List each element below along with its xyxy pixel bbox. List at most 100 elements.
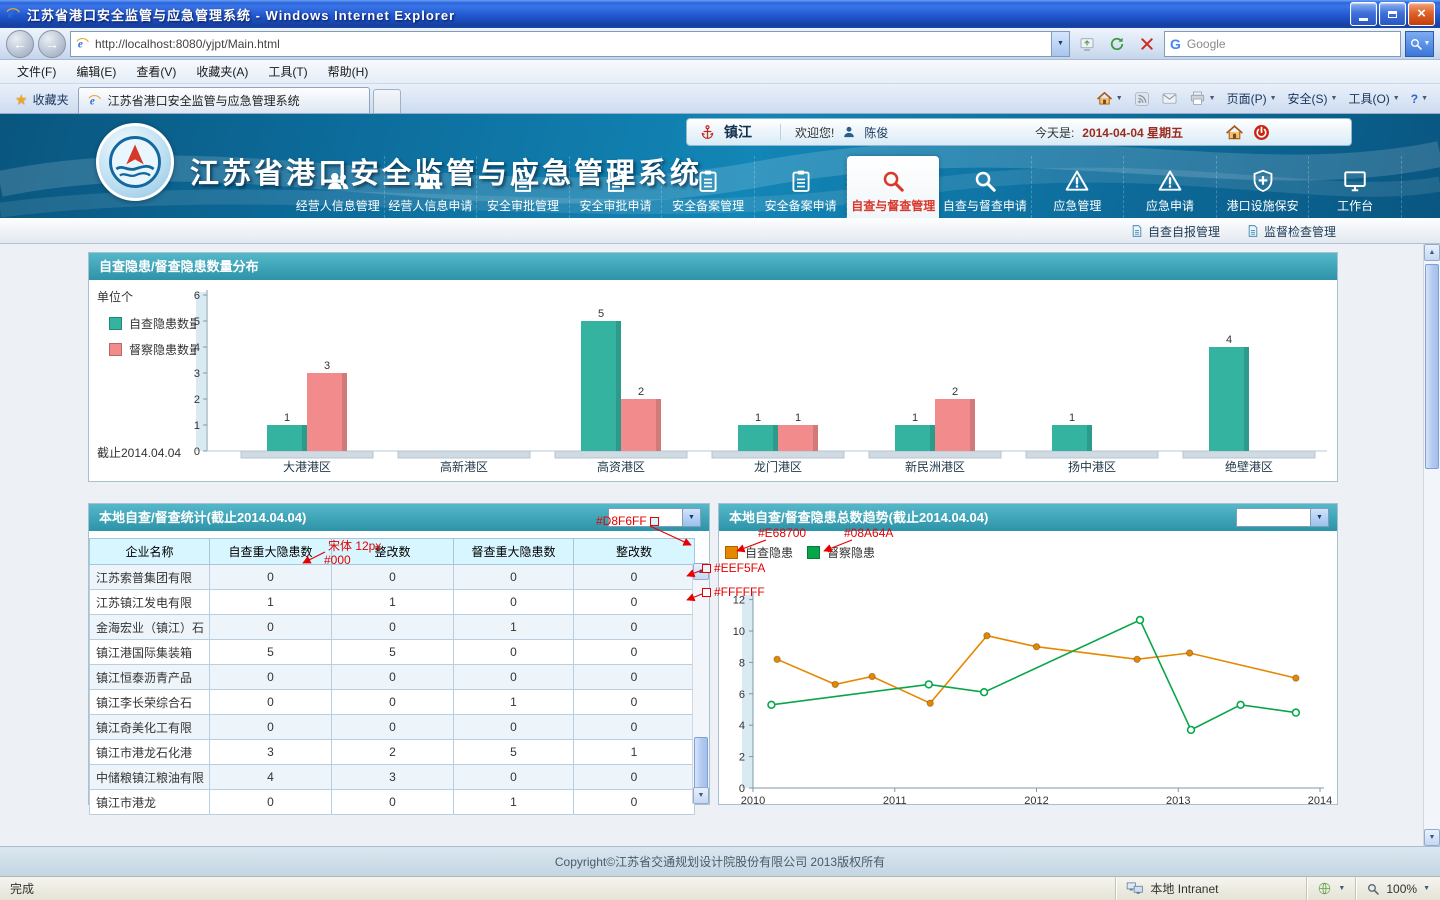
minimize-button[interactable] [1350, 2, 1377, 26]
logout-icon[interactable] [1252, 123, 1271, 142]
table-row[interactable]: 镇江市港龙石化港3251 [90, 740, 695, 765]
nav-item[interactable]: 应急申请 [1124, 156, 1217, 218]
nav-item-label: 安全备案申请 [765, 197, 837, 214]
zoom-icon [1366, 882, 1380, 896]
page-scroll-down-button[interactable]: ▼ [1424, 829, 1440, 846]
copyright-footer: Copyright©江苏省交通规划设计院股份有限公司 2013版权所有 [0, 846, 1440, 876]
nav-item[interactable]: 安全备案申请 [755, 156, 848, 218]
table-row[interactable]: 江苏镇江发电有限1100 [90, 590, 695, 615]
page-icon [1130, 224, 1144, 238]
portal-home-icon[interactable] [1225, 123, 1244, 142]
cell-value: 3 [332, 765, 454, 790]
cell-company-name: 江苏索普集团有限 [90, 565, 210, 590]
menu-item[interactable]: 查看(V) [127, 61, 185, 82]
today-date: 2014-04-04 星期五 [1082, 124, 1183, 141]
nav-item[interactable]: 安全审批管理 [477, 156, 570, 218]
zoom-level: 100% [1386, 882, 1417, 896]
nav-item[interactable]: 自查与督查管理 [847, 156, 939, 218]
nav-item[interactable]: 港口设施保安 [1217, 156, 1310, 218]
help-icon: ? [1411, 92, 1418, 106]
url-text[interactable]: http://localhost:8080/yjpt/Main.html [95, 37, 1046, 51]
table-row[interactable]: 镇江港国际集装箱5500 [90, 640, 695, 665]
svg-text:4: 4 [194, 342, 200, 354]
tools-menu-button[interactable]: 工具(O)▼ [1348, 90, 1399, 107]
cell-company-name: 镇江李长荣综合石 [90, 690, 210, 715]
compatibility-view-button[interactable] [1074, 31, 1100, 57]
page-menu-button[interactable]: 页面(P)▼ [1227, 90, 1277, 107]
feeds-button[interactable] [1134, 91, 1150, 107]
page-scroll-thumb[interactable] [1425, 264, 1439, 469]
search-input[interactable]: Google [1187, 37, 1226, 51]
table-row[interactable]: 金海宏业（镇江）石0010 [90, 615, 695, 640]
cell-company-name: 江苏镇江发电有限 [90, 590, 210, 615]
forward-button[interactable]: → [38, 30, 66, 58]
status-mode-section[interactable]: ▼ [1306, 877, 1355, 900]
annotation-row-alt-bg: #EEF5FA [702, 561, 765, 575]
search-box[interactable]: G Google [1164, 31, 1401, 57]
svg-text:2: 2 [638, 386, 644, 398]
annotation-header-bg: #D8F6FF [596, 514, 659, 528]
trend-filter-select[interactable]: ▼ [1236, 508, 1329, 527]
trend-filter-dropdown-icon[interactable]: ▼ [1310, 509, 1328, 526]
nav-item[interactable]: 工作台 [1309, 156, 1402, 218]
menu-item[interactable]: 帮助(H) [319, 61, 378, 82]
home-button[interactable]: ▼ [1096, 90, 1123, 107]
annotation-row-bg: #FFFFFF [702, 585, 765, 599]
menu-item[interactable]: 编辑(E) [67, 61, 125, 82]
subnav-item[interactable]: 监督检查管理 [1246, 223, 1336, 240]
help-button[interactable]: ?▼ [1411, 92, 1428, 106]
svg-text:1: 1 [912, 412, 918, 424]
nav-item[interactable]: 经营人信息申请 [385, 156, 478, 218]
user-name[interactable]: 陈俊 [864, 124, 888, 141]
search-dropdown-icon[interactable]: ▼ [1424, 40, 1431, 47]
nav-item[interactable]: 应急管理 [1032, 156, 1125, 218]
page-viewport: 江苏省港口安全监管与应急管理系统 镇江 欢迎您! 陈俊 今天是: 2014-04… [0, 114, 1440, 876]
new-tab-button[interactable] [373, 89, 401, 113]
table-filter-dropdown-icon[interactable]: ▼ [682, 509, 700, 526]
page-scrollbar[interactable]: ▲ ▼ [1423, 244, 1440, 846]
nav-item[interactable]: 安全备案管理 [662, 156, 755, 218]
svg-text:1: 1 [194, 420, 200, 432]
subnav-item[interactable]: 自查自报管理 [1130, 223, 1220, 240]
cell-value: 5 [332, 640, 454, 665]
favorites-button[interactable]: ★ 收藏夹 [6, 87, 78, 111]
table-scrollbar[interactable]: ▲ ▼ [692, 563, 709, 804]
table-scroll-thumb[interactable] [694, 737, 708, 789]
cell-value: 0 [332, 690, 454, 715]
sub-nav-bar: 自查自报管理 监督检查管理 [0, 218, 1440, 244]
url-dropdown-button[interactable]: ▼ [1051, 32, 1069, 56]
nav-item[interactable]: 自查与督查申请 [939, 156, 1032, 218]
restore-button[interactable] [1379, 2, 1406, 26]
table-row[interactable]: 镇江奇美化工有限0000 [90, 715, 695, 740]
table-row[interactable]: 江苏索普集团有限0000 [90, 565, 695, 590]
close-button[interactable]: × [1408, 2, 1435, 26]
table-scroll-down-button[interactable]: ▼ [693, 787, 709, 804]
menu-item[interactable]: 收藏夹(A) [187, 61, 257, 82]
print-button[interactable]: ▼ [1189, 90, 1216, 107]
svg-text:2011: 2011 [883, 795, 907, 806]
refresh-button[interactable] [1104, 31, 1130, 57]
tab-active[interactable]: e 江苏省港口安全监管与应急管理系统 [78, 87, 370, 113]
status-zoom-section[interactable]: 100% ▼ [1355, 877, 1440, 900]
page-scroll-up-button[interactable]: ▲ [1424, 244, 1440, 261]
doc-icon [510, 168, 536, 194]
nav-item[interactable]: 安全审批申请 [570, 156, 663, 218]
table-row[interactable]: 镇江李长荣综合石0010 [90, 690, 695, 715]
menu-item[interactable]: 文件(F) [8, 61, 65, 82]
cell-value: 1 [210, 590, 332, 615]
search-button[interactable]: ▼ [1405, 31, 1434, 57]
address-bar[interactable]: e http://localhost:8080/yjpt/Main.html ▼ [70, 31, 1070, 57]
nav-item-label: 工作台 [1337, 197, 1373, 214]
menu-item[interactable]: 工具(T) [259, 61, 316, 82]
safety-menu-button[interactable]: 安全(S)▼ [1288, 90, 1338, 107]
back-button[interactable]: ← [6, 30, 34, 58]
table-row[interactable]: 中储粮镇江粮油有限4300 [90, 765, 695, 790]
table-row[interactable]: 镇江市港龙0010 [90, 790, 695, 815]
sub-nav-items: 自查自报管理 监督检查管理 [1130, 218, 1336, 244]
nav-item[interactable]: 经营人信息管理 [292, 156, 385, 218]
command-bar: ★ 收藏夹 e 江苏省港口安全监管与应急管理系统 ▼ ▼ 页面(P)▼ 安全(S… [0, 84, 1440, 114]
read-mail-button[interactable] [1161, 90, 1178, 107]
stop-button[interactable] [1134, 31, 1160, 57]
svg-text:绝壁港区: 绝壁港区 [1225, 459, 1273, 474]
table-row[interactable]: 镇江恒泰沥青产品0000 [90, 665, 695, 690]
